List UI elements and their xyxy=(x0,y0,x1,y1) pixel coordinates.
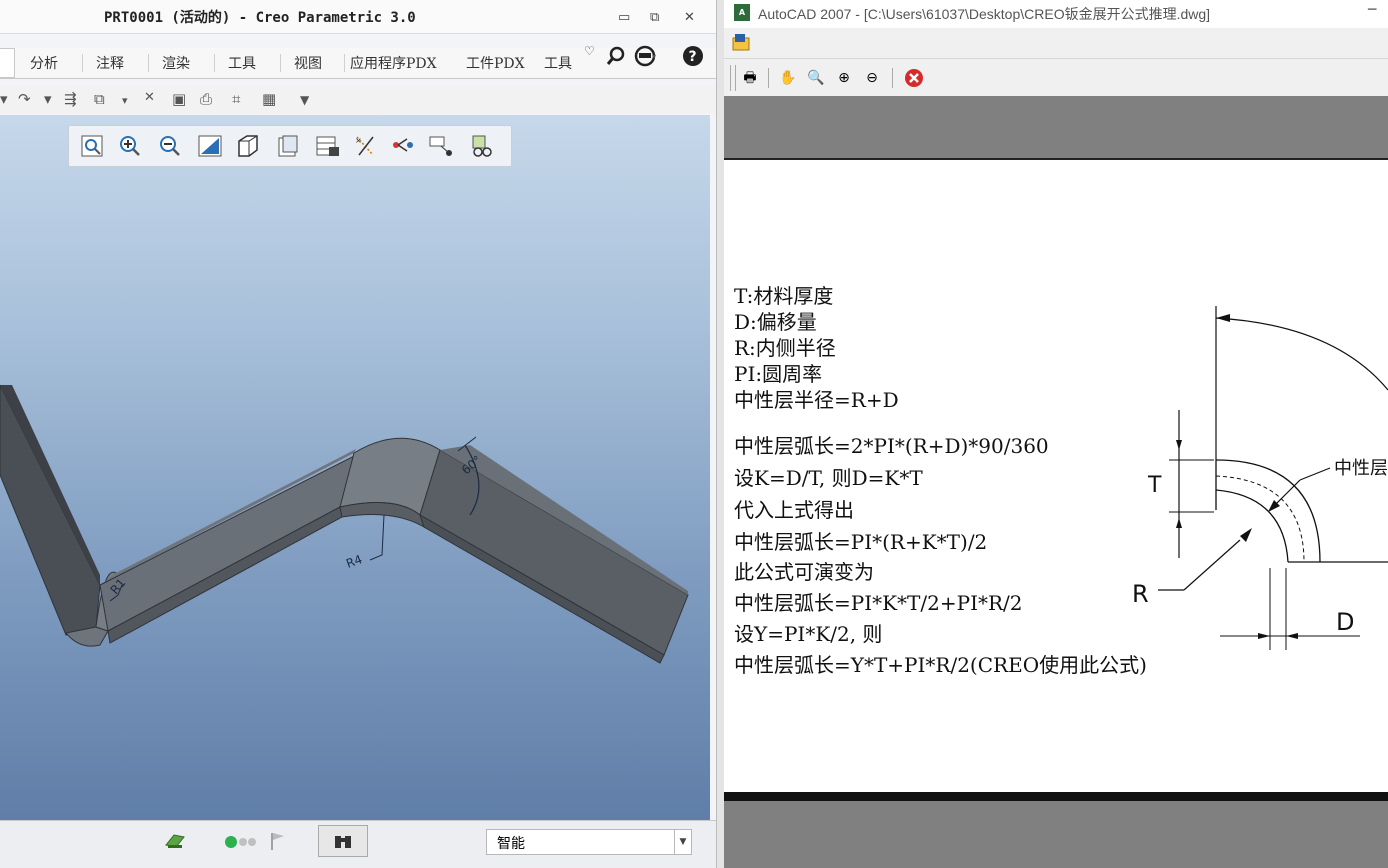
neutral-layer-label: 中性层 xyxy=(1334,458,1388,479)
save-icon[interactable]: ▣ xyxy=(172,90,186,108)
redo-icon[interactable]: ↷ xyxy=(18,90,31,108)
formula-line: 中性层弧长=2*PI*(R+D)*90/360 xyxy=(734,434,1049,458)
customize-dropdown-icon[interactable]: ▼ xyxy=(300,93,309,107)
formula-line: 中性层弧长=Y*T+PI*R/2(CREO使用此公式) xyxy=(734,653,1147,677)
close-button[interactable]: ✕ xyxy=(684,10,695,25)
sheet-border-bottom xyxy=(724,792,1388,801)
redo-dropdown-icon[interactable]: ▾ xyxy=(44,90,52,108)
selection-filter-dropdown[interactable]: 智能 ▼ xyxy=(486,829,692,855)
status-bar: 智能 ▼ xyxy=(0,820,716,868)
tab-tools-2[interactable]: 工具 xyxy=(544,53,572,73)
tab-applications-pdx[interactable]: 应用程序PDX xyxy=(350,53,437,73)
creo-title-bar: PRT0001 (活动的) - Creo Parametric 3.0 ▭ ⧉ … xyxy=(0,0,716,34)
search-icon[interactable] xyxy=(606,46,626,66)
print-preview-icon[interactable]: ⎙ xyxy=(200,90,212,108)
svg-text:?: ? xyxy=(689,49,697,65)
formula-line: 代入上式得出 xyxy=(734,498,854,522)
status-lights-icon xyxy=(225,836,256,848)
t-label: T xyxy=(1147,473,1162,498)
note-line: PI:圆周率 xyxy=(734,362,823,386)
flag-icon[interactable] xyxy=(270,831,286,851)
chevron-down-icon[interactable]: ▼ xyxy=(674,830,691,854)
minimize-button[interactable]: ─ xyxy=(1368,2,1376,18)
windows-dropdown-icon[interactable]: ▾ xyxy=(122,94,128,107)
zoom-window-icon[interactable]: ⊕ xyxy=(834,68,854,88)
community-icon[interactable]: ▾ xyxy=(634,45,658,67)
toolbar-separator xyxy=(768,68,769,88)
autocad-toolbar: 🖶 ✋ 🔍 ⊕ ⊖ xyxy=(724,58,1388,97)
zoom-previous-icon[interactable]: ⊖ xyxy=(862,68,882,88)
ribbon-tab-active-edge[interactable] xyxy=(0,48,15,78)
r4-dimension[interactable]: R4 xyxy=(344,552,364,571)
tab-analysis[interactable]: 分析 xyxy=(30,53,58,73)
toolbar-grip[interactable] xyxy=(730,65,736,91)
tab-view[interactable]: 视图 xyxy=(294,53,322,73)
tab-separator xyxy=(214,54,215,72)
autocad-logo-icon: A xyxy=(734,4,750,21)
note-line: R:内侧半径 xyxy=(734,336,836,360)
d-label: D xyxy=(1336,608,1354,636)
formula-line: 中性层弧长=PI*K*T/2+PI*R/2 xyxy=(734,591,1023,615)
tab-separator xyxy=(344,54,345,72)
sheet-metal-model[interactable]: 60° R4 R1 xyxy=(0,115,710,820)
binoculars-icon xyxy=(335,836,351,848)
tab-separator xyxy=(82,54,83,72)
formula-line: 中性层弧长=PI*(R+K*T)/2 xyxy=(734,530,988,554)
creo-window: PRT0001 (活动的) - Creo Parametric 3.0 ▭ ⧉ … xyxy=(0,0,716,868)
svg-text:▾: ▾ xyxy=(652,52,656,61)
note-line: D:偏移量 xyxy=(734,310,817,334)
help-icon[interactable]: ? xyxy=(682,45,704,67)
tab-render[interactable]: 渲染 xyxy=(162,53,190,73)
close-icon[interactable] xyxy=(904,68,924,88)
close-window-icon[interactable]: ✕ xyxy=(144,90,155,105)
quick-access-toolbar: ▾ ↷ ▾ ⇶ ⧉ ▾ ✕ ▣ ⎙ ⌗ ▦ ▼ xyxy=(0,86,716,114)
minimize-button[interactable]: ▭ xyxy=(618,10,630,25)
note-line: T:材料厚度 xyxy=(734,284,834,308)
regenerate-status-icon[interactable] xyxy=(164,831,186,851)
tab-separator xyxy=(148,54,149,72)
creo-window-title: PRT0001 (活动的) - Creo Parametric 3.0 xyxy=(104,10,416,26)
table-icon[interactable]: ▦ xyxy=(262,90,276,108)
3d-viewport[interactable]: × 60° R4 R1 xyxy=(0,115,710,820)
tab-tools[interactable]: 工具 xyxy=(228,53,256,73)
find-button[interactable] xyxy=(318,825,368,857)
tab-separator xyxy=(280,54,281,72)
restore-button[interactable]: ⧉ xyxy=(650,10,659,25)
ribbon-collapse-icon[interactable]: ♡ xyxy=(584,44,595,58)
drawing-background-top xyxy=(724,96,1388,158)
autocad-window-title: AutoCAD 2007 - [C:\Users\61037\Desktop\C… xyxy=(758,6,1211,22)
tab-annotate[interactable]: 注释 xyxy=(96,53,124,73)
windows-icon[interactable]: ⧉ xyxy=(94,90,105,108)
drawing-background-bottom xyxy=(724,801,1388,868)
filter-value: 智能 xyxy=(497,836,525,852)
feature-icon[interactable]: ⌗ xyxy=(232,90,240,108)
tab-workpiece-pdx[interactable]: 工件PDX xyxy=(466,53,525,73)
undo-dropdown-icon[interactable]: ▾ xyxy=(0,90,8,108)
toolbar-separator xyxy=(892,68,893,88)
formula-line: 设Y=PI*K/2, 则 xyxy=(734,622,883,646)
r-label: R xyxy=(1132,580,1149,608)
regenerate-icon[interactable]: ⇶ xyxy=(64,90,77,108)
formula-line: 此公式可演变为 xyxy=(734,560,874,584)
autocad-title-bar: A AutoCAD 2007 - [C:\Users\61037\Desktop… xyxy=(724,0,1388,28)
zoom-realtime-icon[interactable]: 🔍 xyxy=(806,68,826,88)
formula-line: 设K=D/T, 则D=K*T xyxy=(734,466,923,490)
pan-icon[interactable]: ✋ xyxy=(778,68,798,88)
note-line: 中性层半径=R+D xyxy=(734,388,899,412)
drawing-sheet[interactable]: T:材料厚度 D:偏移量 R:内侧半径 PI:圆周率 中性层半径=R+D 中性层… xyxy=(724,158,1388,794)
bend-diagram: T 中性层 R D xyxy=(1132,306,1388,650)
print-icon[interactable]: 🖶 xyxy=(740,68,760,88)
autocad-window: A AutoCAD 2007 - [C:\Users\61037\Desktop… xyxy=(724,0,1388,868)
menu-app-icon[interactable] xyxy=(732,32,752,52)
